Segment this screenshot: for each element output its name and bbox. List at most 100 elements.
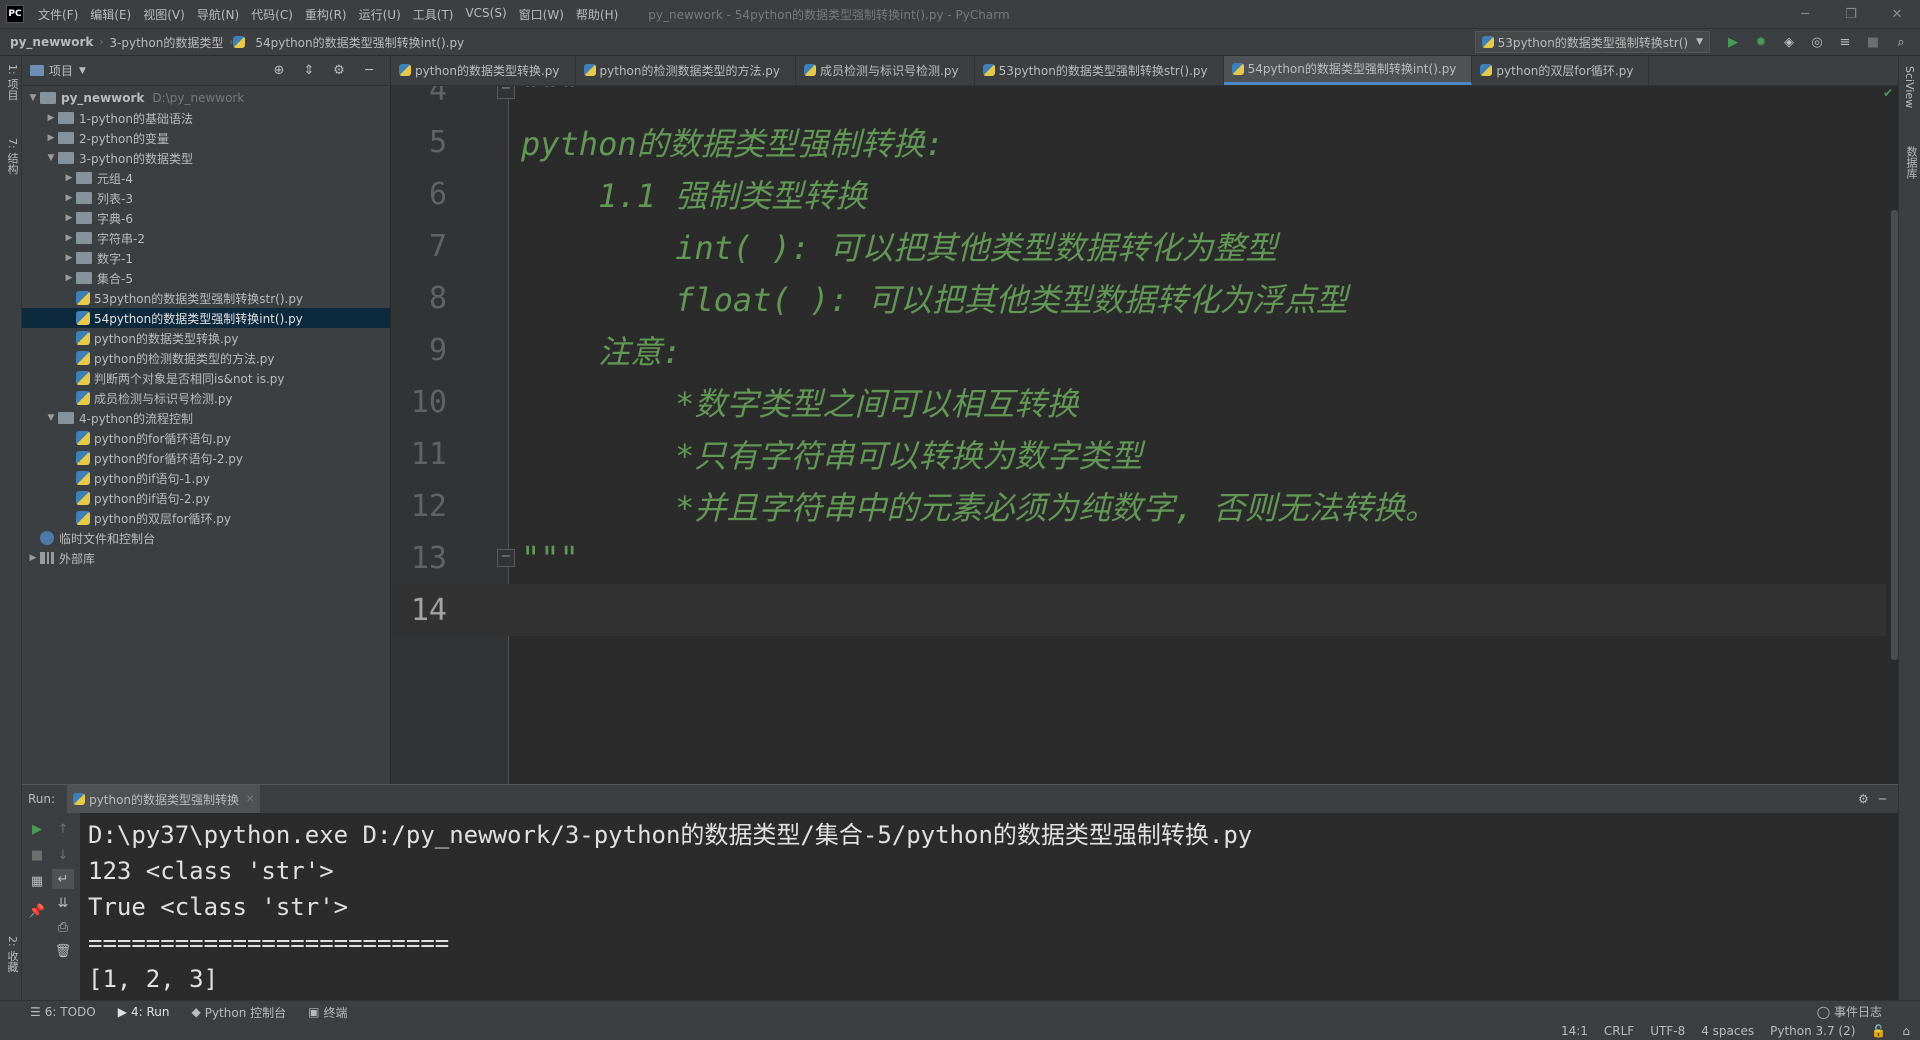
fold-marker-icon[interactable]: − (497, 86, 515, 99)
tree-row[interactable]: ▶ 外部库 (22, 548, 390, 568)
hide-icon[interactable]: ─ (1879, 792, 1886, 806)
file-encoding[interactable]: UTF-8 (1650, 1024, 1685, 1038)
chevron-right-icon[interactable]: ▶ (62, 213, 76, 223)
tree-row[interactable]: python的if语句-2.py (22, 488, 390, 508)
chevron-right-icon[interactable]: ▶ (62, 193, 76, 203)
chevron-right-icon[interactable]: ▶ (62, 173, 76, 183)
fold-marker-icon[interactable]: − (497, 549, 515, 567)
chevron-right-icon[interactable]: ▶ (26, 553, 40, 563)
tree-row[interactable]: ▶ 数字-1 (22, 248, 390, 268)
menu-item[interactable]: 窗口(W) (513, 6, 570, 23)
tree-row[interactable]: python的双层for循环.py (22, 508, 390, 528)
chevron-right-icon[interactable]: ▶ (44, 113, 58, 123)
collapse-all-icon[interactable]: ⇕ (296, 60, 322, 82)
menu-item[interactable]: 工具(T) (407, 6, 460, 23)
coverage-icon[interactable]: ◈ (1776, 31, 1802, 53)
notifications-icon[interactable]: ⌂ (1902, 1024, 1910, 1038)
tree-row[interactable]: 54python的数据类型强制转换int().py (22, 308, 390, 328)
debug-icon[interactable]: ✹ (1748, 31, 1774, 53)
run-tab[interactable]: python的数据类型强制转换 ✕ (67, 785, 261, 813)
breadcrumb-folder[interactable]: 3-python的数据类型 (103, 34, 229, 51)
tree-row[interactable]: ▶ 1-python的基础语法 (22, 108, 390, 128)
line-separator[interactable]: CRLF (1604, 1024, 1634, 1038)
stripe-database[interactable]: 数据库 (1903, 146, 1919, 179)
menu-item[interactable]: 代码(C) (245, 6, 299, 23)
build-icon[interactable]: ≡ (1832, 31, 1858, 53)
chevron-right-icon[interactable]: ▶ (62, 253, 76, 263)
menu-item[interactable]: 运行(U) (353, 6, 407, 23)
tree-row[interactable]: ▼ 3-python的数据类型 (22, 148, 390, 168)
tool-window-button[interactable]: ▶ 4: Run (118, 1005, 170, 1019)
gear-icon[interactable]: ⚙ (1858, 792, 1869, 806)
stripe-sciview[interactable]: SciView (1903, 66, 1916, 108)
editor-tab[interactable]: 成员检测与标识号检测.py (796, 56, 975, 85)
down-icon[interactable]: ↓ (52, 845, 74, 865)
editor-tab[interactable]: python的检测数据类型的方法.py (576, 56, 797, 85)
run-icon[interactable]: ▶ (1720, 31, 1746, 53)
tree-row[interactable]: python的if语句-1.py (22, 468, 390, 488)
hide-icon[interactable]: ─ (356, 60, 382, 82)
tree-row[interactable]: 53python的数据类型强制转换str().py (22, 288, 390, 308)
tree-row[interactable]: ▼ py_newwork D:\py_newwork (22, 88, 390, 108)
minimize-button[interactable]: ─ (1782, 7, 1828, 22)
project-panel-title[interactable]: 项目 (49, 62, 73, 79)
restore-button[interactable]: ❐ (1828, 7, 1874, 22)
tree-row[interactable]: python的for循环语句.py (22, 428, 390, 448)
editor-tab[interactable]: python的双层for循环.py (1472, 56, 1650, 85)
chevron-right-icon[interactable]: ▶ (62, 273, 76, 283)
code-line[interactable]: 9 注意: (391, 324, 1886, 376)
menu-item[interactable]: 文件(F) (32, 6, 84, 23)
editor-tab[interactable]: 53python的数据类型强制转换str().py (975, 56, 1224, 85)
layout-icon[interactable]: ▦ (26, 871, 48, 891)
tree-row[interactable]: python的检测数据类型的方法.py (22, 348, 390, 368)
code-line[interactable]: 12 *并且字符串中的元素必须为纯数字, 否则无法转换。 (391, 480, 1886, 532)
editor-tab[interactable]: python的数据类型转换.py (391, 56, 576, 85)
tool-window-button[interactable]: ☰ 6: TODO (30, 1005, 96, 1019)
tree-row[interactable]: 临时文件和控制台 (22, 528, 390, 548)
caret-position[interactable]: 14:1 (1561, 1024, 1588, 1038)
tree-row[interactable]: python的for循环语句-2.py (22, 448, 390, 468)
soft-wrap-icon[interactable]: ↵ (52, 869, 74, 889)
rerun-icon[interactable]: ▶ (26, 819, 48, 839)
code-line[interactable]: 7 int( ): 可以把其他类型数据转化为整型 (391, 220, 1886, 272)
tool-window-button[interactable]: ◆ Python 控制台 (191, 1004, 286, 1021)
tree-row[interactable]: ▶ 字典-6 (22, 208, 390, 228)
menu-item[interactable]: 视图(V) (137, 6, 191, 23)
tree-row[interactable]: ▶ 列表-3 (22, 188, 390, 208)
tree-row[interactable]: python的数据类型转换.py (22, 328, 390, 348)
code-line[interactable]: 14 (391, 584, 1886, 636)
indent-setting[interactable]: 4 spaces (1701, 1024, 1754, 1038)
search-icon[interactable]: ⌕ (1888, 31, 1914, 53)
breadcrumb-file[interactable]: 54python的数据类型强制转换int().py (249, 34, 470, 51)
stripe-structure[interactable]: 7: 结构 (4, 138, 20, 174)
pin-icon[interactable]: 📌 (26, 901, 48, 921)
menu-item[interactable]: VCS(S) (459, 6, 512, 23)
chevron-right-icon[interactable]: ▶ (62, 233, 76, 243)
chevron-down-icon[interactable]: ▼ (79, 66, 86, 76)
tree-row[interactable]: 判断两个对象是否相同is&not is.py (22, 368, 390, 388)
code-line[interactable]: 4 − """ (391, 86, 1886, 116)
locate-icon[interactable]: ⊕ (266, 60, 292, 82)
tree-row[interactable]: ▶ 元组-4 (22, 168, 390, 188)
tree-row[interactable]: ▶ 字符串-2 (22, 228, 390, 248)
stop-icon[interactable]: ■ (26, 845, 48, 865)
close-window-button[interactable]: ✕ (1874, 7, 1920, 22)
code-line[interactable]: 5 python的数据类型强制转换: (391, 116, 1886, 168)
stripe-project[interactable]: 1: 项目 (4, 64, 20, 100)
print-icon[interactable]: ⎙ (52, 917, 74, 937)
gear-icon[interactable]: ⚙ (326, 60, 352, 82)
code-line[interactable]: 11 *只有字符串可以转换为数字类型 (391, 428, 1886, 480)
event-log-button[interactable]: ◯ 事件日志 (1817, 1003, 1882, 1020)
tree-row[interactable]: ▶ 2-python的变量 (22, 128, 390, 148)
code-line[interactable]: 6 1.1 强制类型转换 (391, 168, 1886, 220)
scroll-end-icon[interactable]: ⇊ (52, 893, 74, 913)
tree-row[interactable]: ▶ 集合-5 (22, 268, 390, 288)
tool-window-button[interactable]: ▣ 终端 (308, 1004, 347, 1021)
code-editor[interactable]: 4− """ 5 python的数据类型强制转换: 6 1.1 强制类型转换 7 int(… (391, 86, 1898, 784)
console-output[interactable]: D:\py37\python.exe D:/py_newwork/3-pytho… (88, 813, 1878, 1001)
profile-icon[interactable]: ◎ (1804, 31, 1830, 53)
editor-scrollbar[interactable] (1891, 210, 1898, 660)
interpreter-label[interactable]: Python 3.7 (2) (1770, 1024, 1855, 1038)
chevron-down-icon[interactable]: ▼ (26, 93, 40, 103)
menu-item[interactable]: 导航(N) (191, 6, 245, 23)
